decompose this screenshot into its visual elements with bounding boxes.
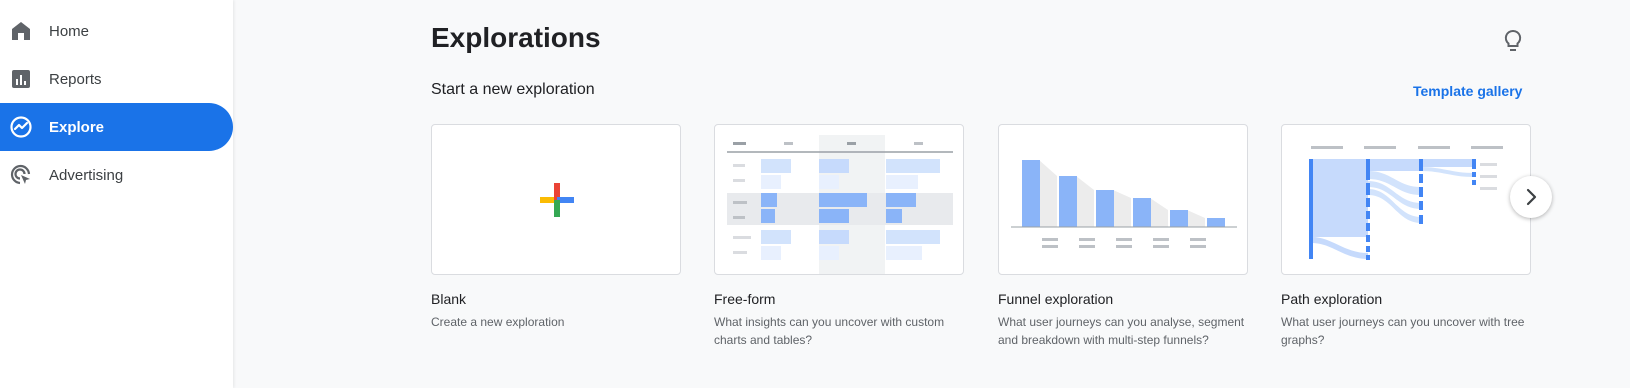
sidebar-item-advertising[interactable]: Advertising <box>0 151 233 199</box>
sidebar-item-label: Explore <box>49 118 105 136</box>
plus-icon <box>540 183 574 217</box>
explore-icon <box>10 116 32 138</box>
card-description: What user journeys can you uncover with … <box>1281 315 1525 347</box>
sidebar: Home Reports Explore Advertising <box>0 0 233 388</box>
free-form-illustration <box>727 135 953 274</box>
path-illustration <box>1309 146 1503 260</box>
page-title: Explorations <box>431 22 601 53</box>
card-description: Create a new exploration <box>431 315 565 329</box>
chevron-right-icon <box>1526 188 1537 206</box>
card-title: Funnel exploration <box>998 291 1114 307</box>
sidebar-item-label: Advertising <box>49 166 124 184</box>
sidebar-item-label: Home <box>49 22 90 40</box>
card-thumbnail[interactable] <box>714 124 964 275</box>
carousel-next-button[interactable] <box>1510 176 1552 218</box>
sidebar-item-reports[interactable]: Reports <box>0 55 233 103</box>
funnel-illustration <box>1011 160 1237 248</box>
card-thumbnail[interactable] <box>431 124 681 275</box>
card-description: What user journeys can you analyse, segm… <box>998 315 1245 347</box>
advertising-icon <box>10 164 31 185</box>
card-title: Blank <box>431 291 467 307</box>
section-title: Start a new exploration <box>431 81 595 98</box>
sidebar-item-explore[interactable]: Explore <box>0 103 233 151</box>
card-description: What insights can you uncover with custo… <box>714 315 945 347</box>
card-thumbnail[interactable] <box>1281 124 1531 275</box>
lightbulb-icon[interactable] <box>1501 28 1525 54</box>
card-title: Path exploration <box>1281 291 1383 307</box>
card-title: Free-form <box>714 291 776 307</box>
home-icon <box>12 22 30 40</box>
sidebar-item-label: Reports <box>49 70 102 88</box>
card-thumbnail[interactable] <box>998 124 1248 275</box>
sidebar-item-home[interactable]: Home <box>0 7 233 55</box>
template-gallery-link[interactable]: Template gallery <box>1413 83 1522 99</box>
reports-icon <box>12 70 30 88</box>
